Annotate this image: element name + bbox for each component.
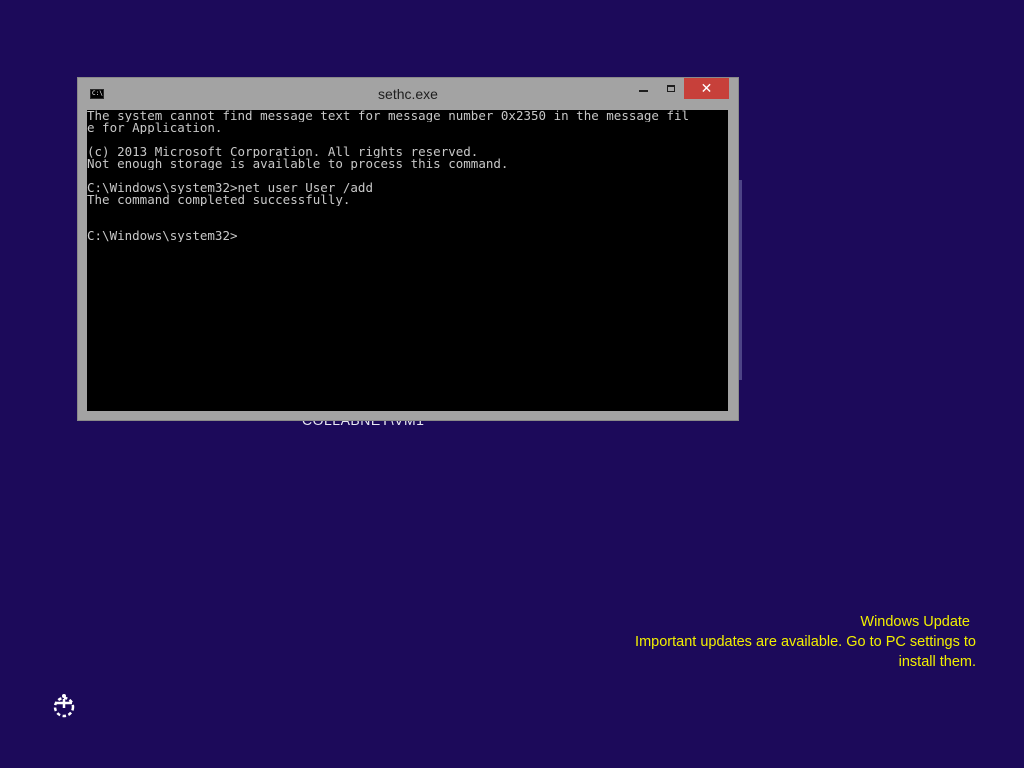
- console-prompt-line: C:\Windows\system32>: [87, 230, 238, 242]
- windows-update-notification[interactable]: Windows Update Important updates are ava…: [576, 612, 976, 672]
- maximize-button[interactable]: [658, 78, 684, 99]
- title-bar[interactable]: C:\ sethc.exe ✕: [78, 78, 738, 110]
- ease-of-access-icon: [53, 694, 75, 718]
- minimize-icon: [638, 89, 648, 92]
- ease-of-access-button[interactable]: [50, 692, 78, 720]
- maximize-icon: [667, 85, 675, 92]
- console-line: The system cannot find message text for …: [87, 110, 690, 122]
- console-line: (c) 2013 Microsoft Corporation. All righ…: [87, 146, 479, 158]
- console-line: C:\Windows\system32>net user User /add: [87, 182, 373, 194]
- console-output[interactable]: The system cannot find message text for …: [87, 110, 728, 411]
- close-button[interactable]: ✕: [684, 78, 729, 99]
- notification-body-line1: Important updates are available. Go to P…: [635, 634, 976, 650]
- background-window-edge: [738, 180, 742, 380]
- console-lines: The system cannot find message text for …: [87, 110, 728, 242]
- notification-title: Windows Update: [860, 614, 970, 630]
- minimize-button[interactable]: [630, 78, 656, 99]
- notification-body-line2: install them.: [898, 654, 976, 670]
- console-line: e for Application.: [87, 122, 223, 134]
- command-prompt-window[interactable]: C:\ sethc.exe ✕ The system cannot find m…: [78, 78, 738, 420]
- console-line: The command completed successfully.: [87, 194, 351, 206]
- close-icon: ✕: [700, 80, 713, 97]
- console-line: Not enough storage is available to proce…: [87, 158, 509, 170]
